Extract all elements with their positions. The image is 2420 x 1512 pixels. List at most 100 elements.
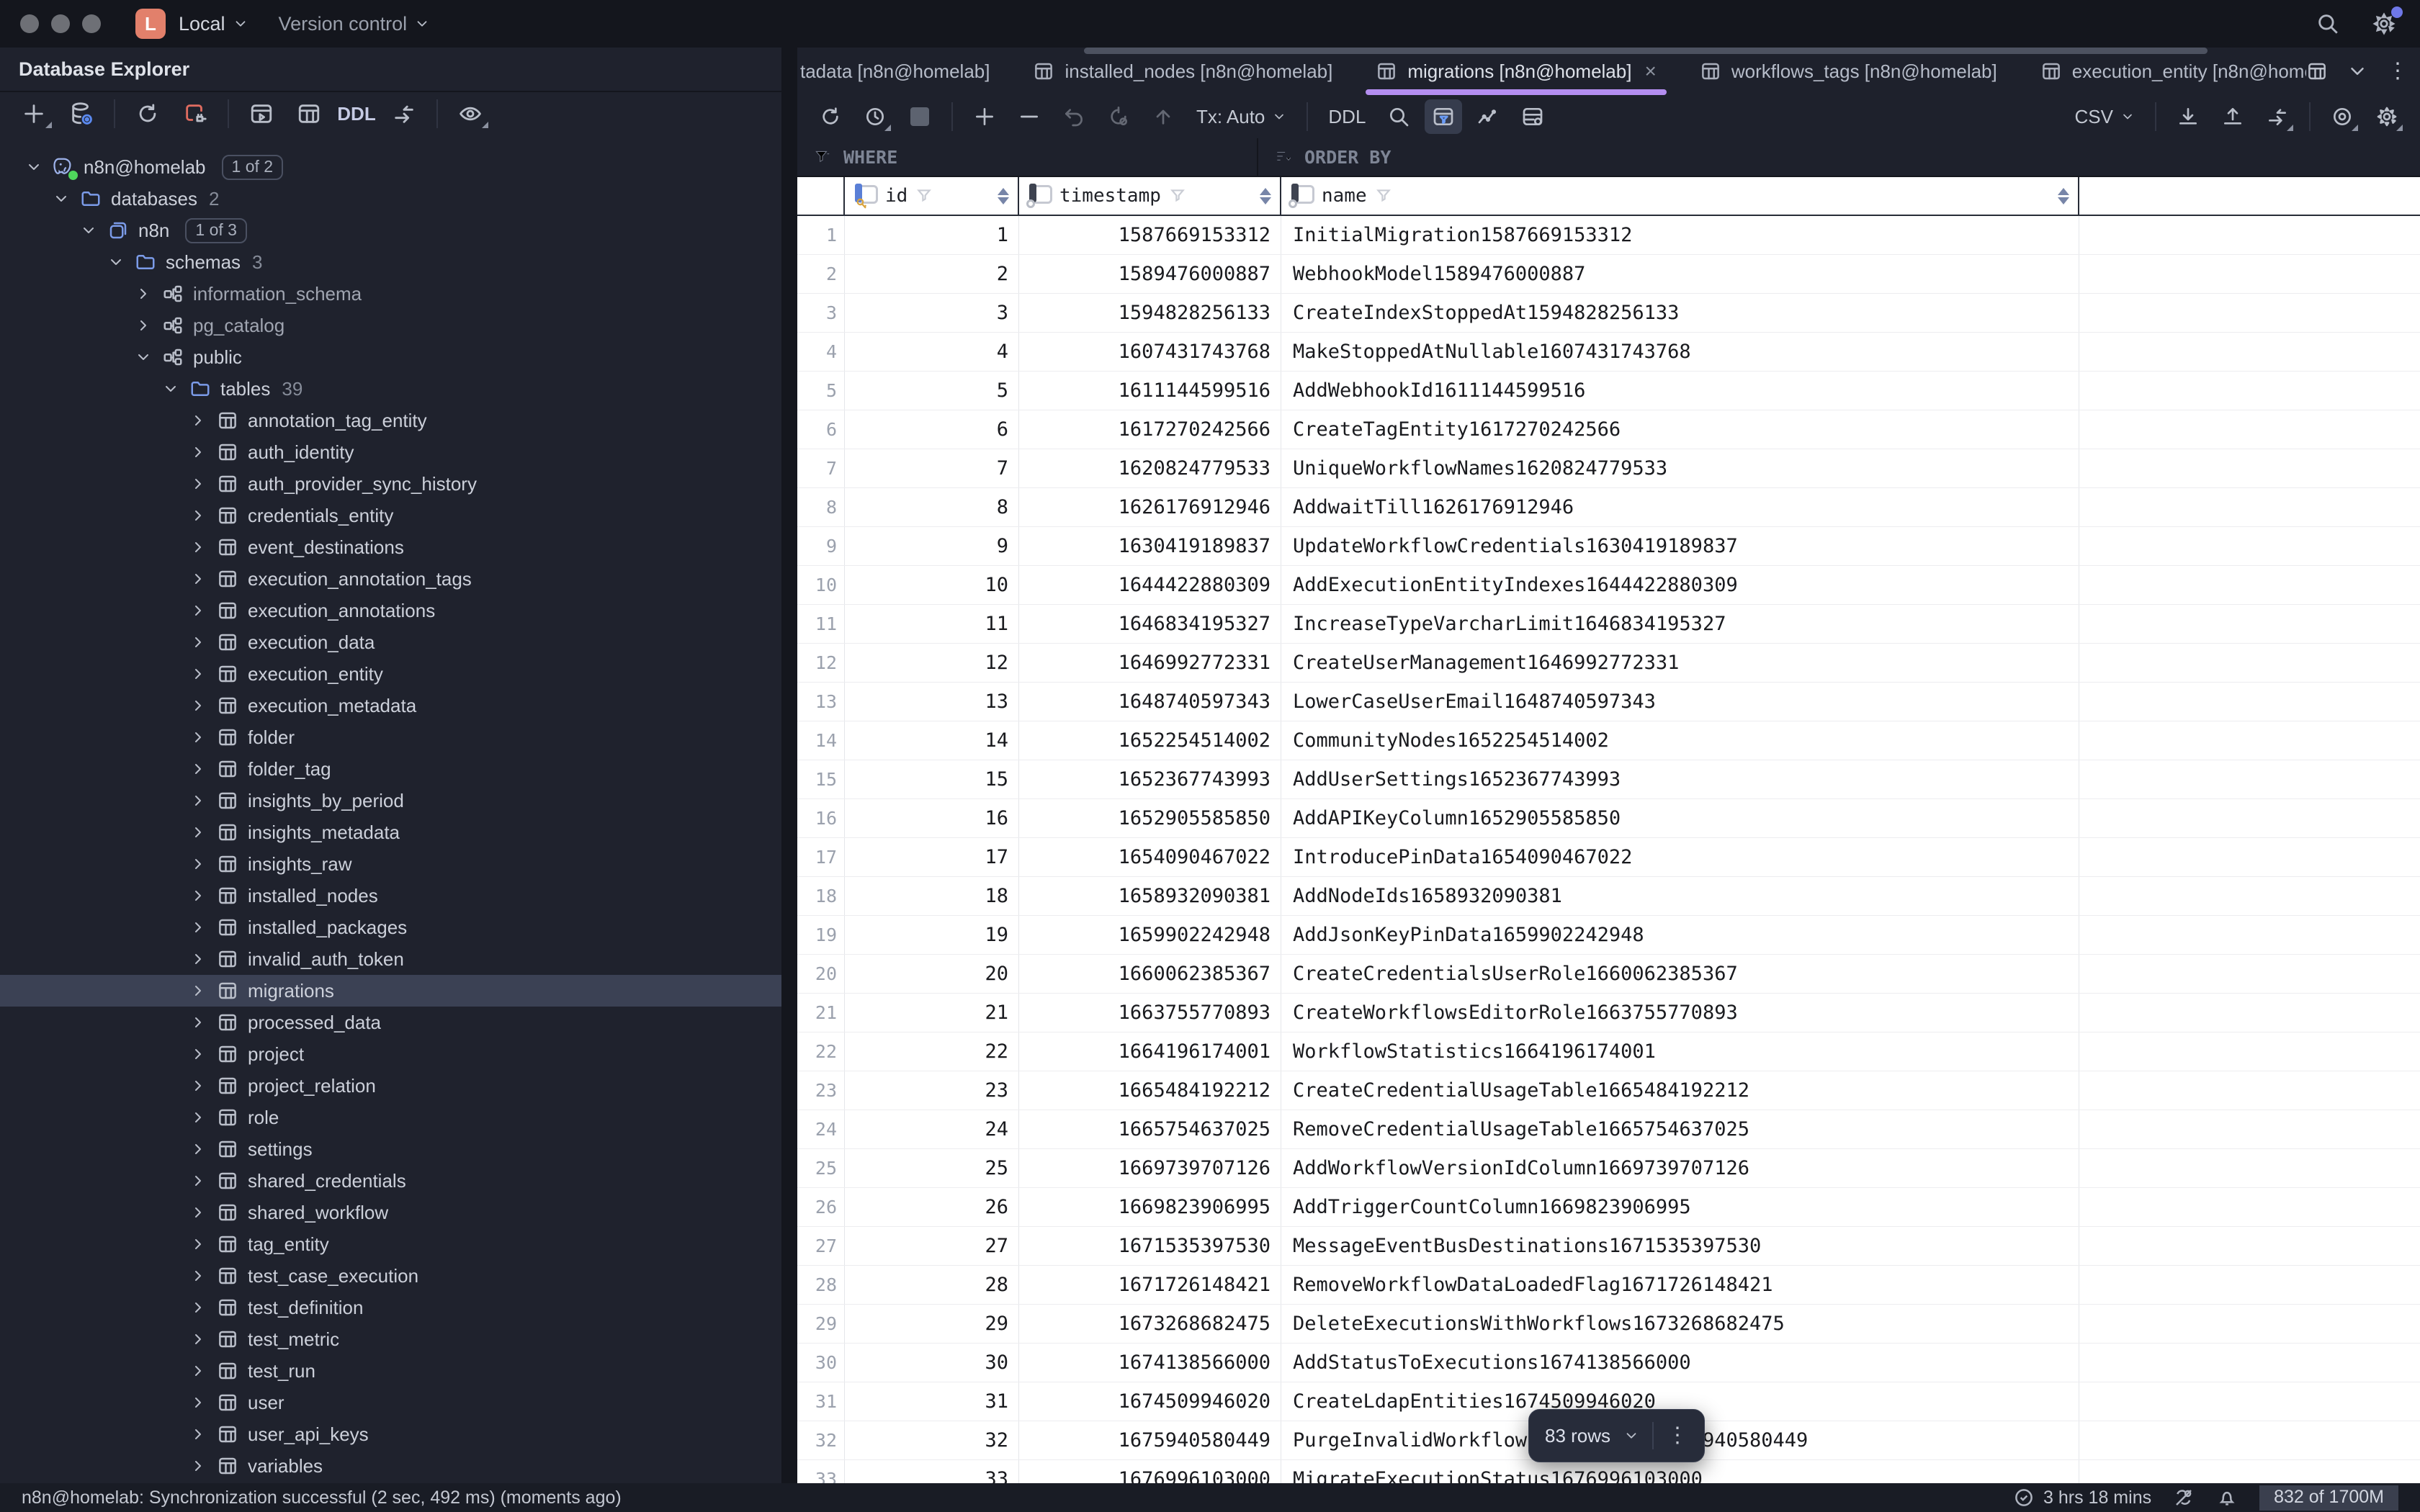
tree-item[interactable]: execution_entity xyxy=(0,658,781,690)
tree-item[interactable]: settings xyxy=(0,1133,781,1165)
tree-item[interactable]: tables 39 xyxy=(0,373,781,405)
column-header-id[interactable]: id xyxy=(845,177,1019,215)
id-cell[interactable]: 20 xyxy=(845,955,1019,993)
table-row[interactable]: 19 19 1659902242948 AddJsonKeyPinData165… xyxy=(797,916,2420,955)
name-cell[interactable]: AddUserSettings1652367743993 xyxy=(1281,760,2079,798)
row-number-cell[interactable]: 17 xyxy=(797,838,845,876)
id-cell[interactable]: 25 xyxy=(845,1149,1019,1187)
row-number-cell[interactable]: 31 xyxy=(797,1382,845,1421)
chevron-right-icon[interactable] xyxy=(189,1203,207,1222)
row-number-cell[interactable]: 1 xyxy=(797,216,845,254)
order-by-input[interactable]: ORDER BY xyxy=(1258,138,1407,176)
chevron-right-icon[interactable] xyxy=(189,855,207,873)
name-cell[interactable]: UniqueWorkflowNames1620824779533 xyxy=(1281,449,2079,487)
chevron-right-icon[interactable] xyxy=(189,443,207,462)
chevron-right-icon[interactable] xyxy=(189,1457,207,1475)
tree-item[interactable]: invalid_auth_token xyxy=(0,943,781,975)
timestamp-cell[interactable]: 1652905585850 xyxy=(1019,799,1281,837)
chevron-down-icon[interactable] xyxy=(107,253,125,271)
table-row[interactable]: 24 24 1665754637025 RemoveCredentialUsag… xyxy=(797,1110,2420,1149)
export-data-arrows-button[interactable] xyxy=(2259,99,2296,134)
timestamp-cell[interactable]: 1648740597343 xyxy=(1019,683,1281,721)
table-row[interactable]: 6 6 1617270242566 CreateTagEntity1617270… xyxy=(797,410,2420,449)
table-row[interactable]: 22 22 1664196174001 WorkflowStatistics16… xyxy=(797,1032,2420,1071)
row-number-cell[interactable]: 2 xyxy=(797,255,845,293)
table-view-settings-button[interactable] xyxy=(1514,99,1551,134)
name-cell[interactable]: CreateIndexStoppedAt1594828256133 xyxy=(1281,294,2079,332)
timestamp-cell[interactable]: 1589476000887 xyxy=(1019,255,1281,293)
chevron-down-icon[interactable] xyxy=(79,221,98,240)
id-cell[interactable]: 6 xyxy=(845,410,1019,449)
filter-panel-toggle[interactable] xyxy=(1425,99,1463,134)
id-cell[interactable]: 5 xyxy=(845,372,1019,410)
extractor-dropdown[interactable]: CSV xyxy=(2068,106,2142,128)
chevron-right-icon[interactable] xyxy=(189,1393,207,1412)
row-number-cell[interactable]: 33 xyxy=(797,1460,845,1483)
tree-item[interactable]: test_definition xyxy=(0,1292,781,1323)
tree-item[interactable]: auth_provider_sync_history xyxy=(0,468,781,500)
id-cell[interactable]: 12 xyxy=(845,644,1019,682)
chevron-right-icon[interactable] xyxy=(189,760,207,778)
chevron-down-icon[interactable] xyxy=(134,348,153,366)
row-number-cell[interactable]: 26 xyxy=(797,1188,845,1226)
id-cell[interactable]: 16 xyxy=(845,799,1019,837)
chevron-right-icon[interactable] xyxy=(134,284,153,303)
name-cell[interactable]: CreateCredentialsUserRole1660062385367 xyxy=(1281,955,2079,993)
timestamp-cell[interactable]: 1594828256133 xyxy=(1019,294,1281,332)
name-cell[interactable]: AddwaitTill1626176912946 xyxy=(1281,488,2079,526)
timestamp-cell[interactable]: 1644422880309 xyxy=(1019,566,1281,604)
vcs-menu[interactable]: Version control xyxy=(279,13,431,35)
tree-item[interactable]: project xyxy=(0,1038,781,1070)
table-row[interactable]: 3 3 1594828256133 CreateIndexStoppedAt15… xyxy=(797,294,2420,333)
name-cell[interactable]: MakeStoppedAtNullable1607431743768 xyxy=(1281,333,2079,371)
tree-item[interactable]: user xyxy=(0,1387,781,1418)
tree-item[interactable]: execution_metadata xyxy=(0,690,781,721)
name-cell[interactable]: IntroducePinData1654090467022 xyxy=(1281,838,2079,876)
editor-tab[interactable]: installed_nodes [n8n@homelab] xyxy=(1011,48,1354,95)
timestamp-cell[interactable]: 1671535397530 xyxy=(1019,1227,1281,1265)
stop-button[interactable] xyxy=(901,99,938,134)
row-count-pill[interactable]: 83 rows ⋮ xyxy=(1528,1409,1706,1462)
column-header-name[interactable]: name xyxy=(1281,177,2079,215)
id-cell[interactable]: 30 xyxy=(845,1344,1019,1382)
row-number-cell[interactable]: 7 xyxy=(797,449,845,487)
tree-item[interactable]: event_destinations xyxy=(0,531,781,563)
chevron-right-icon[interactable] xyxy=(189,823,207,842)
id-cell[interactable]: 9 xyxy=(845,527,1019,565)
project-menu[interactable]: Local xyxy=(179,13,248,35)
jump-to-console-button[interactable] xyxy=(241,96,282,131)
memory-indicator[interactable]: 832 of 1700M xyxy=(2259,1485,2398,1511)
id-cell[interactable]: 2 xyxy=(845,255,1019,293)
table-row[interactable]: 9 9 1630419189837 UpdateWorkflowCredenti… xyxy=(797,527,2420,566)
chevron-right-icon[interactable] xyxy=(189,1108,207,1127)
table-row[interactable]: 28 28 1671726148421 RemoveWorkflowDataLo… xyxy=(797,1266,2420,1305)
row-number-cell[interactable]: 6 xyxy=(797,410,845,449)
id-cell[interactable]: 10 xyxy=(845,566,1019,604)
timestamp-cell[interactable]: 1607431743768 xyxy=(1019,333,1281,371)
id-cell[interactable]: 15 xyxy=(845,760,1019,798)
row-count-label[interactable]: 83 rows xyxy=(1545,1425,1610,1447)
tree-item[interactable]: folder_tag xyxy=(0,753,781,785)
view-options-button[interactable] xyxy=(449,96,491,131)
name-cell[interactable]: AddWebhookId1611144599516 xyxy=(1281,372,2079,410)
tree-item[interactable]: pg_catalog xyxy=(0,310,781,341)
tree-item[interactable]: public xyxy=(0,341,781,373)
id-cell[interactable]: 33 xyxy=(845,1460,1019,1483)
table-row[interactable]: 7 7 1620824779533 UniqueWorkflowNames162… xyxy=(797,449,2420,488)
disconnect-button[interactable] xyxy=(174,96,216,131)
id-cell[interactable]: 21 xyxy=(845,994,1019,1032)
timestamp-cell[interactable]: 1664196174001 xyxy=(1019,1032,1281,1071)
timestamp-cell[interactable]: 1673268682475 xyxy=(1019,1305,1281,1343)
timestamp-cell[interactable]: 1587669153312 xyxy=(1019,216,1281,254)
table-row[interactable]: 13 13 1648740597343 LowerCaseUserEmail16… xyxy=(797,683,2420,721)
timestamp-cell[interactable]: 1675940580449 xyxy=(1019,1421,1281,1459)
tree-item[interactable]: insights_raw xyxy=(0,848,781,880)
id-cell[interactable]: 18 xyxy=(845,877,1019,915)
tree-item[interactable]: credentials_entity xyxy=(0,500,781,531)
ddl-button[interactable]: DDL xyxy=(336,96,377,131)
name-cell[interactable]: AddAPIKeyColumn1652905585850 xyxy=(1281,799,2079,837)
timestamp-cell[interactable]: 1626176912946 xyxy=(1019,488,1281,526)
row-number-cell[interactable]: 4 xyxy=(797,333,845,371)
tree-item[interactable]: tag_entity xyxy=(0,1228,781,1260)
name-cell[interactable]: WebhookModel1589476000887 xyxy=(1281,255,2079,293)
